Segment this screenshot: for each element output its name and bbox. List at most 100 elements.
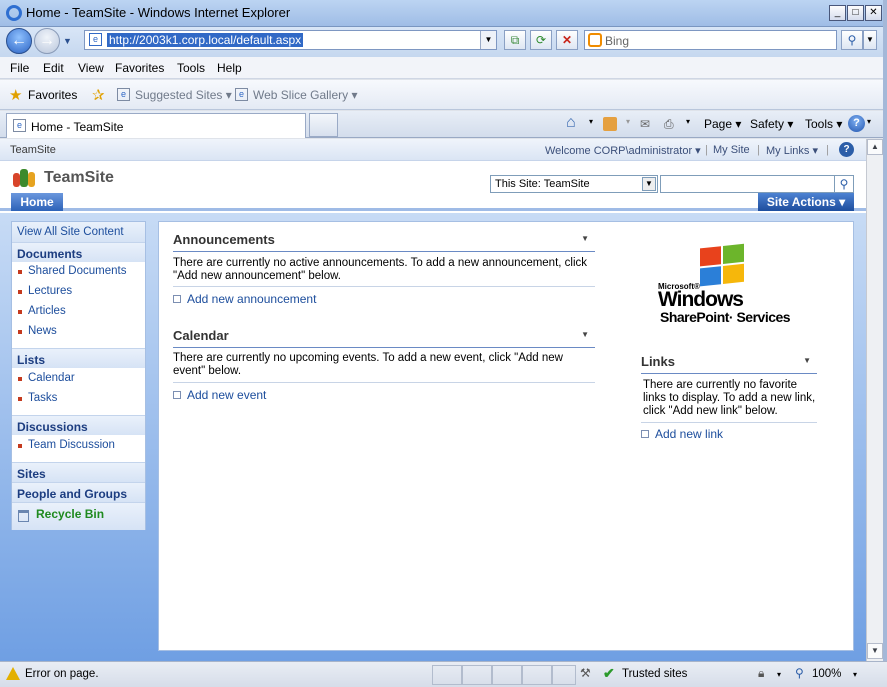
print-dropdown-icon[interactable]: ▾ <box>686 117 690 126</box>
add-new-announcement-link[interactable]: Add new announcement <box>173 292 316 306</box>
menu-tools[interactable]: Tools <box>177 61 205 75</box>
add-favorites-icon[interactable]: ✰ <box>92 86 105 104</box>
site-search-button[interactable]: ⚲ <box>834 175 854 193</box>
warning-icon[interactable] <box>6 667 20 680</box>
compatibility-view-button[interactable]: ⧉ <box>504 30 526 50</box>
help-dropdown-icon[interactable]: ▾ <box>867 117 871 126</box>
tab-home[interactable]: Home <box>11 193 63 211</box>
links-menu-icon[interactable]: ▼ <box>803 356 811 365</box>
suggested-sites-link[interactable]: Suggested Sites ▾ <box>135 88 232 102</box>
add-new-link-link[interactable]: Add new link <box>641 427 723 441</box>
address-url[interactable]: http://2003k1.corp.local/default.aspx <box>107 33 304 47</box>
separator: | <box>757 144 760 156</box>
quicklaunch-team-discussion[interactable]: Team Discussion <box>12 439 145 451</box>
rss-feed-icon[interactable] <box>603 117 617 131</box>
quicklaunch-discussions-heading[interactable]: Discussions <box>12 415 145 435</box>
back-button[interactable]: ← <box>6 28 32 54</box>
recent-pages-icon[interactable]: ▼ <box>63 36 72 46</box>
search-button[interactable]: ⚲ <box>841 30 863 50</box>
home-icon[interactable]: ⌂ <box>566 114 576 132</box>
breadcrumb[interactable]: TeamSite <box>10 144 56 156</box>
close-button[interactable]: ✕ <box>865 5 882 21</box>
my-links-menu[interactable]: My Links ▾ <box>766 144 818 157</box>
address-dropdown-icon[interactable]: ▼ <box>480 31 496 49</box>
my-site-link[interactable]: My Site <box>713 144 750 156</box>
scope-dropdown-icon[interactable]: ▼ <box>642 177 656 191</box>
popup-blocker-icon[interactable]: ⚒ <box>580 666 591 680</box>
tab-row: e Home - TeamSite ⌂ ▾ ▾ ✉ ⎙ ▾ Page ▾ Saf… <box>0 111 887 138</box>
calendar-menu-icon[interactable]: ▼ <box>581 330 589 339</box>
print-icon[interactable]: ⎙ <box>664 117 674 132</box>
menu-view[interactable]: View <box>78 61 104 75</box>
feed-dropdown-icon[interactable]: ▾ <box>626 117 630 126</box>
recycle-bin-icon <box>18 510 29 522</box>
address-bar[interactable]: e http://2003k1.corp.local/default.aspx … <box>84 30 497 50</box>
safety-menu[interactable]: Safety ▾ <box>750 117 793 131</box>
web-slice-gallery-link[interactable]: Web Slice Gallery ▾ <box>253 88 358 102</box>
add-new-event-link[interactable]: Add new event <box>173 388 266 402</box>
menu-bar: File Edit View Favorites Tools Help <box>0 57 887 79</box>
quicklaunch-calendar[interactable]: Calendar <box>12 372 145 384</box>
quicklaunch-people-groups-heading[interactable]: People and Groups <box>12 482 145 502</box>
menu-edit[interactable]: Edit <box>43 61 64 75</box>
status-error-text[interactable]: Error on page. <box>25 668 99 680</box>
site-title[interactable]: TeamSite <box>44 169 114 187</box>
announcements-menu-icon[interactable]: ▼ <box>581 234 589 243</box>
quicklaunch-lists-heading[interactable]: Lists <box>12 348 145 368</box>
quicklaunch-documents-heading[interactable]: Documents <box>12 242 145 262</box>
forward-button[interactable]: → <box>34 28 60 54</box>
protected-mode-dropdown-icon[interactable]: ▾ <box>777 670 781 679</box>
welcome-menu[interactable]: Welcome CORP\administrator ▾ <box>545 144 701 157</box>
add-new-announcement-label: Add new announcement <box>187 292 317 306</box>
ie-page-icon: e <box>117 88 130 101</box>
zoom-icon: ⚲ <box>795 666 804 680</box>
menu-help[interactable]: Help <box>217 61 242 75</box>
page-menu[interactable]: Page ▾ <box>704 117 741 131</box>
add-new-event-label: Add new event <box>187 388 267 402</box>
search-options-icon[interactable]: ▼ <box>863 30 877 50</box>
links-title[interactable]: Links ▼ <box>641 354 817 374</box>
view-all-site-content-link[interactable]: View All Site Content <box>12 222 145 242</box>
zoom-level[interactable]: 100% <box>812 668 841 680</box>
recycle-bin-label: Recycle Bin <box>36 507 105 521</box>
search-box[interactable]: Bing <box>584 30 837 50</box>
page-viewport: TeamSite Welcome CORP\administrator ▾ | … <box>0 139 866 661</box>
site-search-input[interactable] <box>660 175 835 193</box>
recycle-bin-link[interactable]: Recycle Bin <box>12 502 145 530</box>
announcements-title[interactable]: Announcements ▼ <box>173 232 595 252</box>
tab-label: Home - TeamSite <box>31 120 124 134</box>
quicklaunch-tasks[interactable]: Tasks <box>12 392 145 404</box>
quicklaunch-sites-heading[interactable]: Sites <box>12 462 145 482</box>
sp-help-icon[interactable]: ? <box>839 142 854 157</box>
tab-home-teamsite[interactable]: e Home - TeamSite <box>6 113 306 138</box>
minimize-button[interactable]: _ <box>829 5 846 21</box>
menu-favorites[interactable]: Favorites <box>115 61 164 75</box>
vertical-scrollbar[interactable]: ▲ ▼ <box>866 139 883 661</box>
zoom-dropdown-icon[interactable]: ▾ <box>853 670 857 679</box>
safety-menu-label: Safety <box>750 117 785 131</box>
search-scope-select[interactable]: This Site: TeamSite ▼ <box>490 175 658 193</box>
scroll-down-icon[interactable]: ▼ <box>867 643 883 659</box>
help-icon[interactable]: ? <box>848 115 865 132</box>
menu-file[interactable]: File <box>10 61 29 75</box>
divider <box>173 286 595 287</box>
security-zone[interactable]: Trusted sites <box>622 668 687 680</box>
home-dropdown-icon[interactable]: ▾ <box>589 117 593 126</box>
refresh-button[interactable]: ⟳ <box>530 30 552 50</box>
quicklaunch-articles[interactable]: Articles <box>12 305 145 317</box>
stop-button[interactable]: ✕ <box>556 30 578 50</box>
protected-mode-icon[interactable]: 🔒︎ <box>758 666 764 681</box>
quicklaunch-shared-documents[interactable]: Shared Documents <box>12 265 145 277</box>
tools-menu[interactable]: Tools ▾ <box>805 117 842 131</box>
site-actions-menu[interactable]: Site Actions ▾ <box>758 193 854 211</box>
mail-icon[interactable]: ✉ <box>640 117 650 131</box>
calendar-title[interactable]: Calendar ▼ <box>173 328 595 348</box>
quicklaunch-lectures[interactable]: Lectures <box>12 285 145 297</box>
quicklaunch-news[interactable]: News <box>12 325 145 337</box>
favorites-button[interactable]: Favorites <box>28 88 77 102</box>
maximize-button[interactable]: □ <box>847 5 864 21</box>
scroll-up-icon[interactable]: ▲ <box>867 139 883 155</box>
new-tab-button[interactable] <box>309 113 338 137</box>
links-title-label: Links <box>641 354 675 369</box>
page-icon: e <box>89 33 102 46</box>
